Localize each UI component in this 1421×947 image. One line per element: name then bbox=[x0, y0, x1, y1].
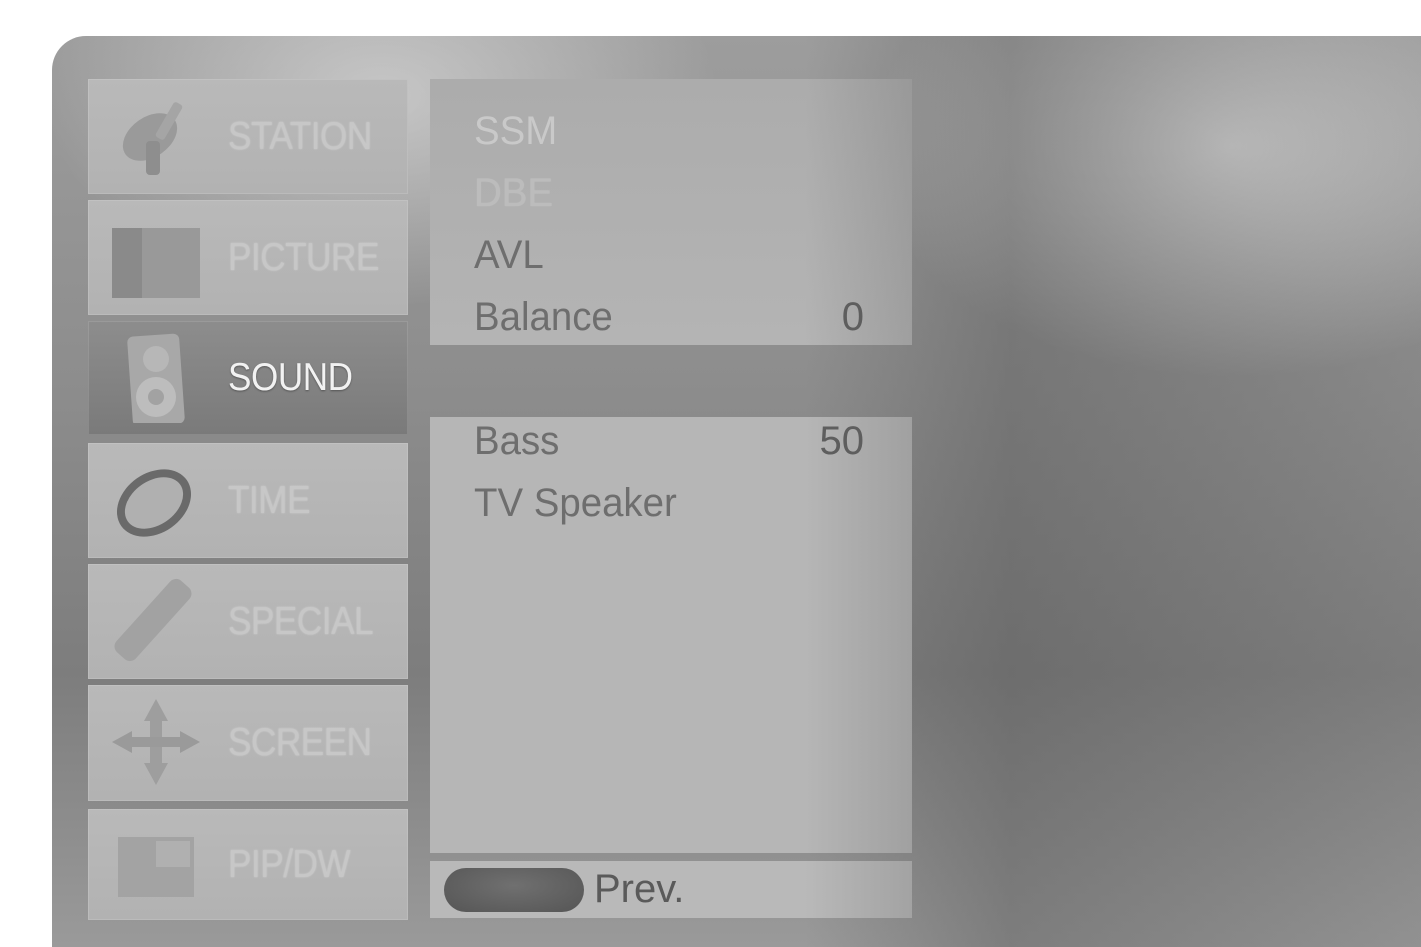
picture-icon bbox=[112, 228, 200, 298]
pip-icon bbox=[118, 837, 194, 897]
menu-row-tv-speaker[interactable]: TV Speaker bbox=[474, 473, 864, 533]
option-label: Bass bbox=[474, 418, 560, 463]
option-label: DBE bbox=[474, 170, 553, 215]
menu-footer: Prev. bbox=[430, 861, 912, 918]
speaker-icon bbox=[127, 333, 185, 423]
menu-row-balance[interactable]: Balance 0 bbox=[474, 287, 864, 347]
menu-item-label: TIME bbox=[228, 478, 311, 522]
menu-item-label: SCREEN bbox=[228, 721, 372, 764]
menu-item-sound[interactable]: SOUND bbox=[88, 321, 408, 435]
menu-row-ssm[interactable]: SSM bbox=[474, 101, 864, 161]
menu-item-label: PICTURE bbox=[228, 235, 379, 279]
menu-row-bass[interactable]: Bass 50 bbox=[474, 411, 864, 471]
sound-options-panel-bottom: Bass 50 TV Speaker bbox=[430, 417, 912, 853]
menu-item-station[interactable]: STATION bbox=[88, 79, 408, 194]
screen-adjust-icon bbox=[112, 699, 200, 785]
option-label: TV Speaker bbox=[474, 480, 677, 525]
sound-options-panel-top: SSM DBE AVL Balance 0 bbox=[430, 79, 912, 345]
menu-item-label: SOUND bbox=[228, 356, 353, 399]
satellite-dish-icon bbox=[122, 102, 183, 175]
option-label: SSM bbox=[474, 108, 558, 153]
option-value: 50 bbox=[819, 418, 865, 463]
option-label: AVL bbox=[474, 232, 544, 277]
menu-item-label: SPECIAL bbox=[228, 599, 374, 643]
menu-row-avl[interactable]: AVL bbox=[474, 225, 864, 285]
remote-icon bbox=[114, 578, 192, 662]
menu-item-label: STATION bbox=[228, 114, 372, 158]
menu-item-special[interactable]: SPECIAL bbox=[88, 564, 408, 679]
option-value: 0 bbox=[841, 294, 864, 339]
prev-label: Prev. bbox=[594, 867, 685, 911]
menu-item-picture[interactable]: PICTURE bbox=[88, 200, 408, 315]
prev-button[interactable] bbox=[444, 868, 584, 912]
option-label: Balance bbox=[474, 294, 613, 339]
menu-item-screen[interactable]: SCREEN bbox=[88, 685, 408, 801]
menu-item-label: PIP/DW bbox=[228, 842, 351, 886]
clock-icon bbox=[116, 469, 192, 537]
menu-item-pip[interactable]: PIP/DW bbox=[88, 809, 408, 920]
tv-screen: STATION PICTURE SOUND TIME SPECIAL SCREE… bbox=[52, 36, 1421, 947]
menu-row-dbe[interactable]: DBE bbox=[474, 163, 864, 223]
menu-item-time[interactable]: TIME bbox=[88, 443, 408, 558]
